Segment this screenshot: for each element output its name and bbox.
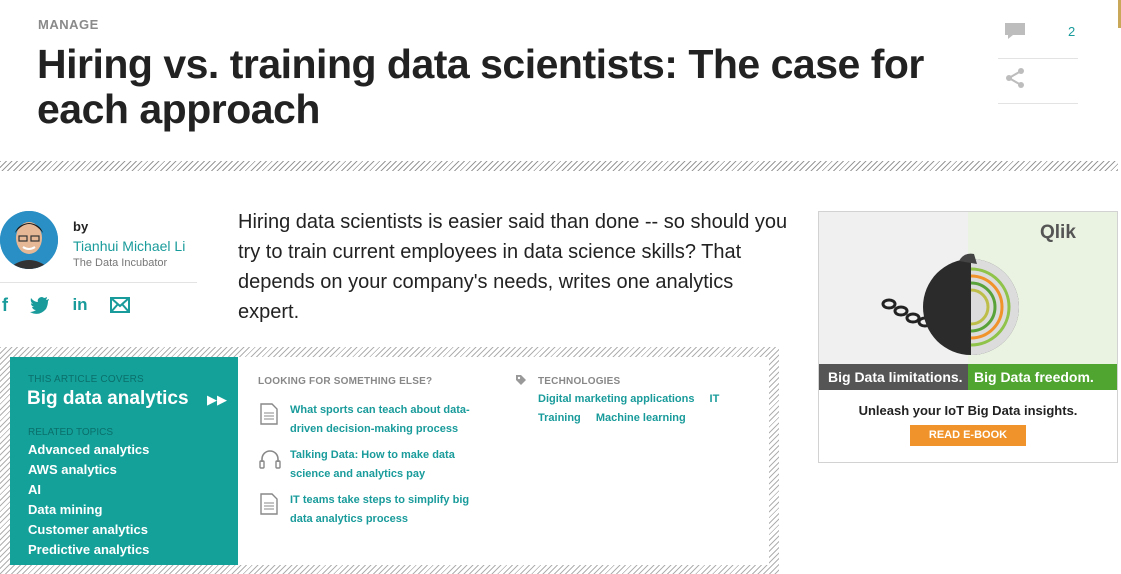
related-article-link[interactable]: Talking Data: How to make data science a…: [290, 446, 485, 484]
linkedin-icon[interactable]: in: [70, 295, 90, 315]
author-divider: [0, 282, 197, 283]
related-topic-link[interactable]: Predictive analytics: [28, 540, 149, 560]
related-article-link[interactable]: IT teams take steps to simplify big data…: [290, 491, 485, 529]
related-topic-link[interactable]: AI: [28, 480, 149, 500]
topic-box: THIS ARTICLE COVERS Big data analytics ▶…: [0, 347, 779, 574]
page-title: Hiring vs. training data scientists: The…: [37, 41, 924, 132]
technologies-label: TECHNOLOGIES: [538, 376, 621, 387]
tech-link[interactable]: Machine learning: [596, 412, 686, 424]
document-icon: [260, 493, 278, 515]
author-org: The Data Incubator: [73, 257, 168, 269]
ad-image[interactable]: Qlik: [819, 212, 1117, 364]
tech-link[interactable]: Training: [538, 412, 581, 424]
comment-count[interactable]: 2: [1068, 24, 1075, 39]
headphones-icon: [259, 450, 281, 469]
share-icon[interactable]: [1004, 67, 1026, 89]
email-icon[interactable]: [110, 295, 130, 315]
article-dek: Hiring data scientists is easier said th…: [238, 211, 788, 323]
share-row[interactable]: [998, 59, 1078, 104]
covers-label: THIS ARTICLE COVERS: [28, 374, 144, 385]
ad-band-right: Big Data freedom.: [968, 364, 1117, 390]
related-topic-link[interactable]: Data mining: [28, 500, 149, 520]
author-photo: [0, 211, 58, 269]
double-chevron-right-icon[interactable]: ▶▶: [207, 392, 227, 408]
tech-link[interactable]: IT: [710, 393, 720, 405]
advertisement[interactable]: Qlik Big Data limitations. Big Data free…: [818, 211, 1118, 463]
ad-band-left: Big Data limitations.: [819, 364, 968, 390]
header-divider: [0, 161, 1118, 171]
tag-icon: [516, 375, 526, 385]
related-topic-link[interactable]: AWS analytics: [28, 460, 149, 480]
related-topics-list: Advanced analytics AWS analytics AI Data…: [28, 440, 149, 560]
section-kicker[interactable]: MANAGE: [38, 17, 99, 32]
looking-label: LOOKING FOR SOMETHING ELSE?: [258, 376, 433, 387]
related-topic-link[interactable]: Advanced analytics: [28, 440, 149, 460]
social-rail: 2: [998, 14, 1078, 104]
related-article-link[interactable]: What sports can teach about data-driven …: [290, 401, 485, 439]
tech-link[interactable]: Digital marketing applications: [538, 393, 694, 405]
qlik-logo: Qlik: [1040, 222, 1076, 243]
facebook-icon[interactable]: f: [0, 295, 10, 315]
comments-row[interactable]: 2: [998, 14, 1078, 59]
share-buttons: f in: [0, 293, 130, 317]
document-icon: [260, 403, 278, 425]
technologies-links: Digital marketing applications IT Traini…: [538, 390, 748, 428]
twitter-icon[interactable]: [30, 295, 50, 315]
related-topic-link[interactable]: Customer analytics: [28, 520, 149, 540]
related-topics-label: RELATED TOPICS: [28, 427, 114, 438]
avatar: [0, 211, 58, 269]
topic-panel: THIS ARTICLE COVERS Big data analytics ▶…: [10, 357, 238, 565]
author-by-label: by: [73, 219, 89, 234]
primary-topic-link[interactable]: Big data analytics: [27, 388, 189, 410]
read-ebook-button[interactable]: READ E-BOOK: [910, 425, 1026, 446]
ad-tagline: Unleash your IoT Big Data insights.: [858, 403, 1078, 418]
comment-icon[interactable]: [1004, 22, 1026, 40]
author-name-link[interactable]: Tianhui Michael Li: [73, 238, 185, 254]
